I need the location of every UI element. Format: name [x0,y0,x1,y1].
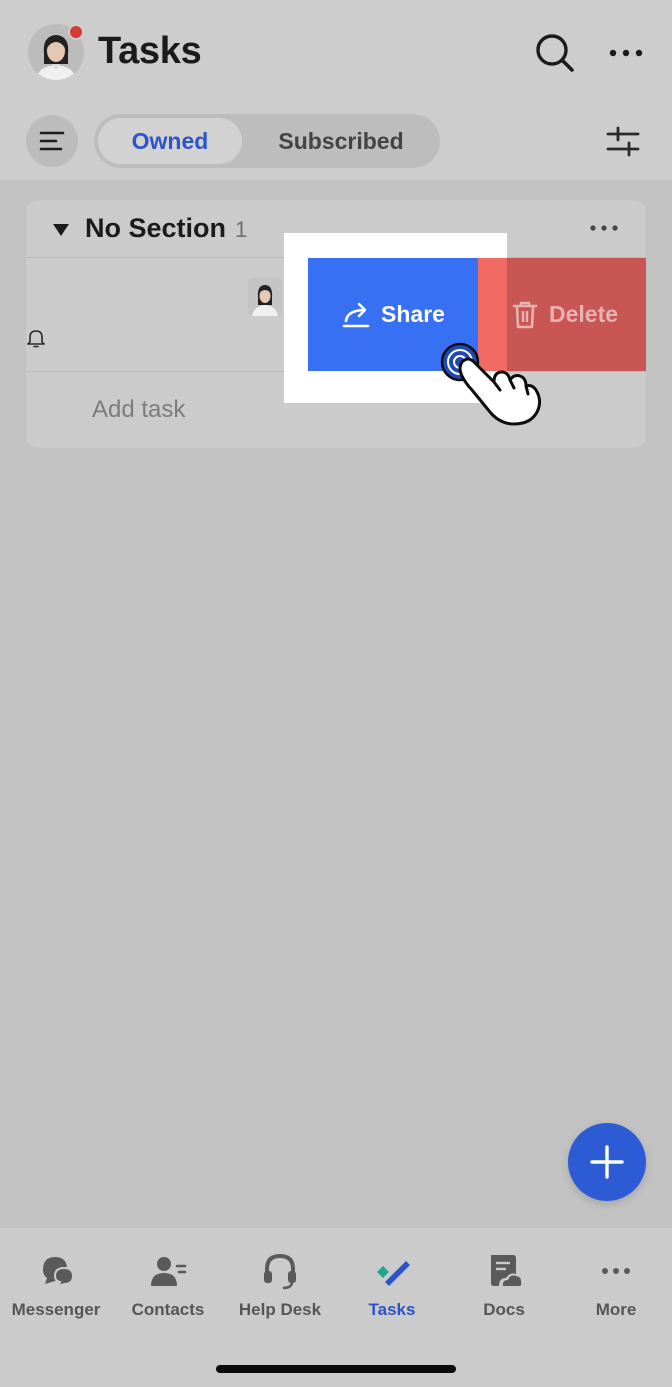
tasks-icon [377,1261,410,1286]
tab-help-desk[interactable]: Help Desk [224,1252,336,1322]
add-task-fab[interactable] [568,1123,646,1201]
search-icon [536,34,574,72]
tab-subscribed[interactable]: Subscribed [246,118,436,164]
profile-avatar[interactable] [28,24,84,80]
messenger-icon [43,1257,75,1288]
more-dots-icon [602,1268,630,1274]
reminder-bell-icon [27,328,45,348]
ownership-segmented-control: Owned Subscribed [94,114,440,168]
menu-lines-icon [39,131,65,151]
tab-messenger[interactable]: Messenger [0,1252,112,1322]
contacts-icon [151,1257,187,1286]
headset-icon [264,1253,296,1290]
person-photo-icon [248,278,282,316]
app-header: Tasks Owned Subscribed [0,0,672,180]
sliders-icon [606,126,640,157]
tap-hand-pointer-icon [438,340,550,428]
tab-label: Tasks [368,1300,416,1319]
assignee-avatar[interactable] [248,278,282,316]
filter-button[interactable] [604,122,642,160]
search-button[interactable] [534,32,576,74]
share-label: Share [381,301,445,327]
tab-docs[interactable]: Docs [448,1252,560,1322]
delete-label: Delete [549,301,619,327]
tab-label: Contacts [131,1300,205,1319]
more-dots-icon [590,225,618,231]
tab-label: Docs [483,1300,525,1319]
more-options-button[interactable] [606,38,646,68]
notification-dot [68,24,84,40]
section-title: No Section [85,213,227,243]
tab-tasks[interactable]: Tasks [336,1252,448,1322]
more-dots-icon [609,49,643,57]
home-indicator [216,1365,456,1373]
add-task-button[interactable]: Add task [92,396,185,424]
trash-icon [512,301,538,328]
tab-label: More [595,1300,637,1319]
tab-more[interactable]: More [560,1252,672,1322]
tab-owned[interactable]: Owned [98,118,242,164]
page-title: Tasks [98,30,202,72]
section-task-count: 1 [235,217,248,242]
section-more-button[interactable] [588,220,620,236]
tab-contacts[interactable]: Contacts [112,1252,224,1322]
tab-label: Messenger [11,1300,101,1319]
bottom-tab-bar: Messenger Contacts Help Desk Tasks Docs … [0,1228,672,1387]
docs-icon [491,1255,522,1286]
share-arrow-icon [342,302,370,327]
collapse-caret-icon[interactable] [52,222,70,238]
tab-label: Help Desk [238,1300,322,1319]
plus-icon [590,1145,624,1179]
sidebar-menu-button[interactable] [26,115,78,167]
